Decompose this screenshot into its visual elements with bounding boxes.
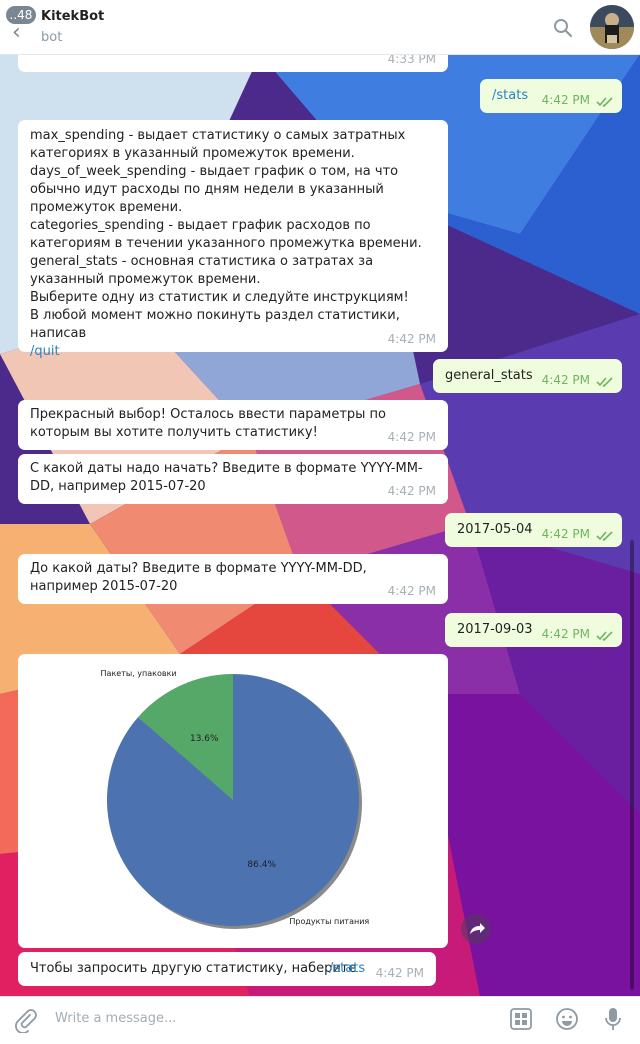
bot-commands-icon[interactable]: [509, 1007, 533, 1031]
message-time: 4:42 PM: [375, 966, 424, 980]
message-text: Чтобы запросить другую статистику, набер…: [30, 961, 357, 976]
message-input[interactable]: Write a message...: [55, 1011, 176, 1026]
read-checks-icon: [596, 97, 613, 107]
message-bubble-outgoing: general_stats 4:42 PM: [433, 359, 622, 393]
message-text: Прекрасный выбор! Осталось ввести параме…: [30, 407, 386, 440]
message-bubble-incoming: 4:33 PM: [18, 54, 448, 72]
message-composer: Write a message...: [0, 996, 640, 1044]
emoji-icon[interactable]: [555, 1007, 579, 1031]
stats-command-link[interactable]: /stats: [329, 960, 365, 978]
unread-count-badge[interactable]: ..48: [6, 6, 36, 24]
bot-avatar[interactable]: [590, 5, 634, 49]
message-bubble-incoming: Прекрасный выбор! Осталось ввести параме…: [18, 400, 448, 450]
read-checks-icon: [596, 631, 613, 641]
message-bubble-incoming: Чтобы запросить другую статистику, набер…: [18, 952, 436, 986]
chat-header: ‹ ..48 KitekBot bot: [0, 0, 640, 55]
pie-chart: 86.4% Продукты питания 13.6% Пакеты, упаков…: [101, 669, 369, 929]
message-bubble-outgoing: 2017-05-04 4:42 PM: [445, 513, 622, 547]
message-text: 2017-09-03: [457, 622, 533, 637]
microphone-icon[interactable]: [602, 1006, 624, 1032]
message-bubble-incoming: С какой даты надо начать? Введите в форм…: [18, 454, 448, 504]
message-time: 4:42 PM: [541, 373, 590, 387]
pie-percent-label: 13.6%: [190, 734, 219, 744]
message-text: general_stats: [445, 368, 533, 383]
message-text: С какой даты надо начать? Введите в форм…: [30, 461, 423, 494]
chat-title[interactable]: KitekBot: [41, 9, 104, 24]
message-time: 4:42 PM: [387, 430, 436, 444]
pie-category-label: Продукты питания: [289, 917, 369, 926]
message-bubble-incoming: До какой даты? Введите в формате YYYY-MM…: [18, 554, 448, 604]
quit-command-link[interactable]: /quit: [30, 344, 60, 359]
search-icon[interactable]: [553, 18, 573, 38]
chat-area[interactable]: 4:33 PM /stats 4:42 PM max_spending - вы…: [0, 54, 640, 996]
pie-category-label: Пакеты, упаковки: [101, 669, 177, 678]
message-time: 4:42 PM: [387, 332, 436, 346]
message-bubble-outgoing: 2017-09-03 4:42 PM: [445, 613, 622, 647]
message-time: 4:42 PM: [541, 527, 590, 541]
read-checks-icon: [596, 377, 613, 387]
message-time: 4:42 PM: [387, 584, 436, 598]
message-text: max_spending - выдает статистику о самых…: [30, 128, 422, 341]
chat-subtitle: bot: [41, 30, 63, 45]
chart-image-message[interactable]: 86.4% Продукты питания 13.6% Пакеты, упаков…: [18, 654, 448, 948]
message-bubble-outgoing: /stats 4:42 PM: [480, 79, 622, 113]
command-link[interactable]: /stats: [492, 87, 528, 105]
message-time: 4:42 PM: [541, 627, 590, 641]
chat-scrollbar[interactable]: [630, 540, 634, 990]
message-time: 4:42 PM: [387, 484, 436, 498]
read-checks-icon: [596, 531, 613, 541]
message-text: До какой даты? Введите в формате YYYY-MM…: [30, 561, 367, 594]
message-time: 4:33 PM: [387, 54, 436, 66]
message-time: 4:42 PM: [541, 93, 590, 107]
message-bubble-incoming: max_spending - выдает статистику о самых…: [18, 120, 448, 359]
share-arrow-icon: [470, 923, 485, 934]
pie-percent-label: 86.4%: [247, 860, 276, 870]
paperclip-icon[interactable]: [12, 1007, 38, 1033]
forward-button[interactable]: [461, 914, 491, 944]
message-text: 2017-05-04: [457, 522, 533, 537]
